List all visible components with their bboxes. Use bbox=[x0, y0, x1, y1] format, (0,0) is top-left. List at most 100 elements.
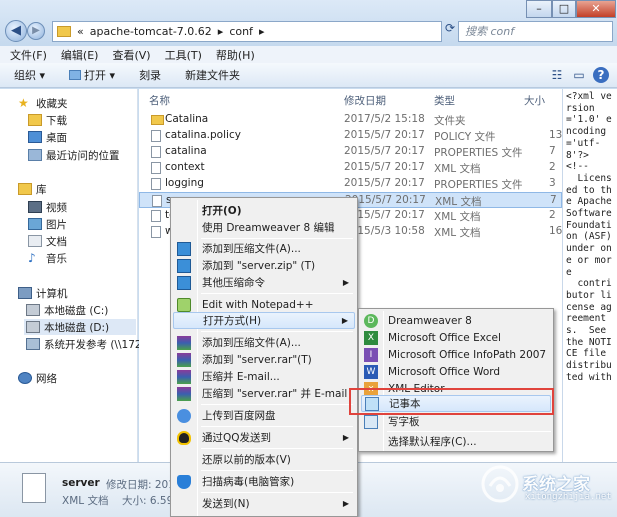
details-file-icon bbox=[22, 473, 46, 503]
nav-downloads[interactable]: 下载 bbox=[28, 112, 67, 128]
open-with-infopath[interactable]: I Microsoft Office InfoPath 2007 bbox=[361, 346, 551, 363]
drive-icon bbox=[26, 304, 40, 316]
shield-icon bbox=[177, 474, 191, 489]
menu-item-rar-add[interactable]: 添加到压缩文件(A)... bbox=[173, 334, 355, 351]
help-icon[interactable]: ? bbox=[593, 67, 609, 83]
menu-item-baidu-upload[interactable]: 上传到百度网盘 bbox=[173, 407, 355, 424]
menu-item-rar-add-server[interactable]: 添加到 "server.rar"(T) bbox=[173, 351, 355, 368]
column-header-date[interactable]: 修改日期 bbox=[344, 93, 386, 108]
nav-favorites[interactable]: ★ 收藏夹 bbox=[18, 95, 68, 111]
open-with-dreamweaver[interactable]: D Dreamweaver 8 bbox=[361, 312, 551, 329]
open-with-excel[interactable]: X Microsoft Office Excel bbox=[361, 329, 551, 346]
menu-item-notepadpp[interactable]: Edit with Notepad++ bbox=[173, 296, 355, 313]
menu-edit[interactable]: 编辑(E) bbox=[61, 47, 99, 63]
table-row[interactable]: logging 2015/5/7 20:17 PROPERTIES 文件 3 bbox=[139, 176, 562, 192]
folder-icon bbox=[57, 26, 71, 37]
nav-pictures[interactable]: 图片 bbox=[28, 216, 67, 232]
nav-computer[interactable]: 计算机 bbox=[18, 285, 68, 301]
submenu-arrow-icon: ▶ bbox=[341, 316, 348, 325]
forward-button[interactable]: ▶ bbox=[27, 22, 45, 40]
back-button[interactable]: ◀ bbox=[5, 20, 27, 42]
nav-videos[interactable]: 视频 bbox=[28, 199, 67, 215]
nav-documents[interactable]: 文档 bbox=[28, 233, 67, 249]
nav-documents-label: 文档 bbox=[46, 235, 67, 248]
column-header-name[interactable]: 名称 bbox=[149, 93, 170, 108]
details-type: XML 文档 bbox=[62, 495, 109, 507]
menu-item-restore[interactable]: 还原以前的版本(V) bbox=[173, 451, 355, 468]
search-input[interactable]: 搜索 conf bbox=[458, 21, 613, 42]
menu-item-add-archive[interactable]: 添加到压缩文件(A)... bbox=[173, 240, 355, 257]
menu-file[interactable]: 文件(F) bbox=[10, 47, 47, 63]
submenu-arrow-icon: ▶ bbox=[342, 433, 349, 442]
watermark-logo: 系统之家 xitongzhijia.net bbox=[480, 464, 615, 506]
menu-separator bbox=[201, 293, 353, 294]
network-icon bbox=[18, 372, 32, 384]
nav-music[interactable]: ♪ 音乐 bbox=[28, 250, 67, 266]
menu-item-add-zip[interactable]: 添加到 "server.zip" (T) bbox=[173, 257, 355, 274]
menu-item-other-compress[interactable]: 其他压缩命令 ▶ bbox=[173, 274, 355, 291]
maximize-button[interactable]: □ bbox=[552, 0, 576, 18]
organize-button[interactable]: 组织 ▾ bbox=[14, 67, 45, 83]
menu-item-rar-server-email[interactable]: 压缩到 "server.rar" 并 E-mail bbox=[173, 385, 355, 402]
menu-item-send-to[interactable]: 发送到(N) ▶ bbox=[173, 495, 355, 512]
menu-item-edit-dreamweaver[interactable]: 使用 Dreamweaver 8 编辑 bbox=[173, 219, 355, 236]
breadcrumb-overflow[interactable]: « bbox=[77, 25, 84, 38]
downloads-folder-icon bbox=[28, 114, 42, 126]
menu-item-send-qq[interactable]: 通过QQ发送到 ▶ bbox=[173, 429, 355, 446]
documents-icon bbox=[28, 235, 42, 247]
menu-view[interactable]: 查看(V) bbox=[112, 47, 150, 63]
address-bar[interactable]: « apache-tomcat-7.0.62 ▸ conf ▸ bbox=[52, 21, 442, 42]
nav-desktop[interactable]: 桌面 bbox=[28, 129, 67, 145]
xml-file-icon bbox=[151, 226, 161, 238]
menu-item-rar-email[interactable]: 压缩并 E-mail... bbox=[173, 368, 355, 385]
minimize-button[interactable]: – bbox=[526, 0, 552, 18]
refresh-icon[interactable]: ⟳ bbox=[445, 21, 457, 42]
menu-item-open-with[interactable]: 打开方式(H) ▶ bbox=[173, 312, 355, 329]
open-with-choose-default[interactable]: 选择默认程序(C)... bbox=[361, 433, 551, 450]
menu-tools[interactable]: 工具(T) bbox=[165, 47, 202, 63]
breadcrumb-apache-tomcat[interactable]: apache-tomcat-7.0.62 bbox=[90, 25, 212, 38]
winrar-icon bbox=[177, 386, 191, 401]
table-row[interactable]: catalina.policy 2015/5/7 20:17 POLICY 文件… bbox=[139, 128, 562, 144]
open-button[interactable]: 打开 ▾ bbox=[69, 67, 115, 83]
preview-pane: <?xml version='1.0' encoding='utf-8'?> <… bbox=[562, 89, 617, 462]
file-type: XML 文档 bbox=[435, 196, 482, 208]
breadcrumb-separator[interactable]: ▸ bbox=[259, 25, 265, 38]
open-with-wordpad[interactable]: 写字板 bbox=[361, 413, 551, 430]
view-options-icon[interactable]: ☷ bbox=[549, 67, 565, 83]
breadcrumb-conf[interactable]: conf bbox=[229, 25, 253, 38]
menu-item-scan-virus[interactable]: 扫描病毒(电脑管家) bbox=[173, 473, 355, 490]
nav-pictures-label: 图片 bbox=[46, 218, 67, 231]
menu-item-open[interactable]: 打开(O) bbox=[173, 202, 355, 219]
nav-network-drive[interactable]: 系统开发参考 (\\172.1 bbox=[26, 336, 152, 352]
folder-icon bbox=[151, 115, 164, 125]
menu-separator bbox=[201, 331, 353, 332]
file-date: 2015/5/7 20:17 bbox=[344, 161, 425, 173]
nav-drive-d[interactable]: 本地磁盘 (D:) bbox=[24, 319, 136, 335]
open-with-word[interactable]: W Microsoft Office Word bbox=[361, 363, 551, 380]
nav-network[interactable]: 网络 bbox=[18, 370, 57, 386]
archive-icon bbox=[177, 241, 191, 256]
context-menu: 打开(O) 使用 Dreamweaver 8 编辑 添加到压缩文件(A)... … bbox=[170, 197, 358, 517]
nav-network-drive-label: 系统开发参考 (\\172.1 bbox=[44, 338, 152, 351]
nav-drive-c[interactable]: 本地磁盘 (C:) bbox=[26, 302, 108, 318]
close-button[interactable]: ✕ bbox=[576, 0, 616, 18]
column-header-type[interactable]: 类型 bbox=[434, 93, 455, 108]
burn-button[interactable]: 刻录 bbox=[139, 67, 161, 83]
menu-help[interactable]: 帮助(H) bbox=[216, 47, 255, 63]
table-row[interactable]: catalina 2015/5/7 20:17 PROPERTIES 文件 7 bbox=[139, 144, 562, 160]
column-header-size[interactable]: 大小 bbox=[524, 93, 545, 108]
menu-separator bbox=[201, 470, 353, 471]
menu-item-label: 压缩并 E-mail... bbox=[202, 371, 280, 383]
star-icon: ★ bbox=[18, 96, 29, 110]
preview-pane-icon[interactable]: ▭ bbox=[571, 67, 587, 83]
table-row[interactable]: Catalina 2017/5/2 15:18 文件夹 bbox=[139, 112, 562, 128]
winrar-icon bbox=[177, 352, 191, 367]
nav-recent[interactable]: 最近访问的位置 bbox=[28, 147, 120, 163]
nav-libraries[interactable]: 库 bbox=[18, 181, 47, 197]
watermark-url: xitongzhijia.net bbox=[525, 492, 612, 502]
new-folder-button[interactable]: 新建文件夹 bbox=[185, 67, 240, 83]
table-row[interactable]: context 2015/5/7 20:17 XML 文档 2 bbox=[139, 160, 562, 176]
breadcrumb-separator[interactable]: ▸ bbox=[218, 25, 224, 38]
file-date: 2015/5/7 20:17 bbox=[344, 145, 425, 157]
